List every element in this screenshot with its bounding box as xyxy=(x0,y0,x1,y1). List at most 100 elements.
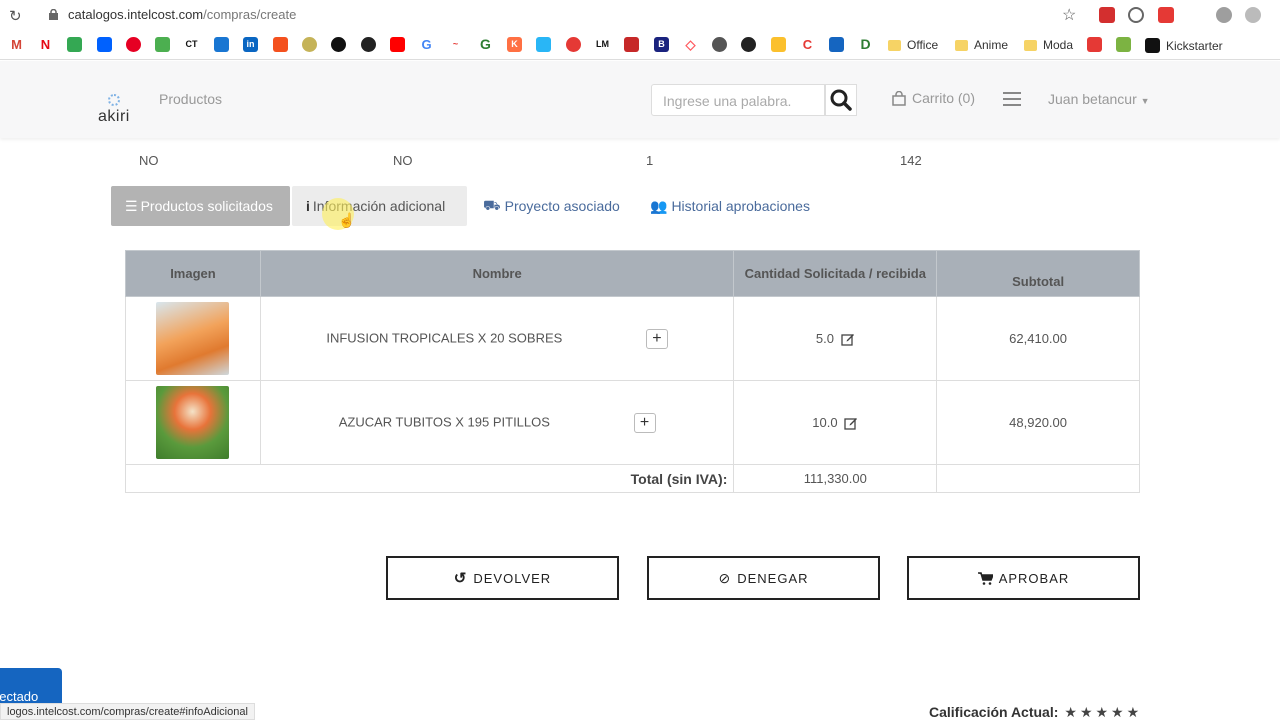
column-header: Cantidad Solicitada / recibida xyxy=(733,250,938,297)
bookmark-star-icon[interactable]: ☆ xyxy=(1062,5,1076,25)
tab-label: Proyecto asociado xyxy=(504,198,620,214)
edit-icon[interactable] xyxy=(844,416,858,430)
tab-label: Historial aprobaciones xyxy=(671,198,810,214)
hand-cursor-icon: ☝ xyxy=(338,212,356,228)
table-row: INFUSION TROPICALES X 20 SOBRES + 5.0 62… xyxy=(125,296,1140,381)
qty-cell: 5.0 xyxy=(733,296,938,381)
bookmark-icon[interactable]: ~ xyxy=(448,37,463,52)
search-input[interactable]: Ingrese una palabra. xyxy=(651,84,825,116)
status-bar-url: logos.intelcost.com/compras/create#infoA… xyxy=(0,703,255,720)
bookmark-icon[interactable] xyxy=(302,37,317,52)
address-field[interactable]: catalogos.intelcost.com/compras/create xyxy=(68,7,296,22)
bookmark-icon[interactable]: K xyxy=(507,37,522,52)
bookmark-icon[interactable] xyxy=(741,37,756,52)
bookmarks-bar: M N CT in G ~ G K LM B ◇ C D Office Anim… xyxy=(0,30,1280,60)
user-name: Juan betancur xyxy=(1048,91,1137,107)
product-image[interactable] xyxy=(156,302,230,375)
user-menu[interactable]: Juan betancur ▼ xyxy=(1048,91,1150,107)
bookmark-kickstarter[interactable]: Kickstarter xyxy=(1145,38,1223,53)
bookmark-icon[interactable] xyxy=(1087,37,1102,52)
denegar-button[interactable]: ⊘ DENEGAR xyxy=(647,556,880,600)
tab-historial-aprobaciones[interactable]: 👥 Historial aprobaciones xyxy=(636,186,824,226)
rating-label: Calificación Actual: xyxy=(929,704,1059,720)
tab-informacion-adicional[interactable]: i Información adicional xyxy=(292,186,467,226)
spotify-bookmark-icon[interactable] xyxy=(361,37,376,52)
folder-label: Anime xyxy=(974,38,1009,52)
extension-icon[interactable] xyxy=(1216,7,1232,23)
bookmark-folder-anime[interactable]: Anime xyxy=(955,38,1008,52)
kickstarter-icon xyxy=(1145,38,1160,53)
caret-down-icon: ▼ xyxy=(1140,96,1150,106)
bookmark-icon[interactable] xyxy=(536,37,551,52)
logo[interactable]: akiri xyxy=(98,108,130,126)
cart-label: Carrito (0) xyxy=(912,90,976,106)
folder-icon xyxy=(955,39,968,51)
mail-bookmark-icon[interactable] xyxy=(214,37,229,52)
bookmark-icon[interactable] xyxy=(1116,37,1131,52)
search-button[interactable] xyxy=(825,84,857,116)
gmail-bookmark-icon[interactable]: M xyxy=(9,37,24,52)
rating-stars-icon: ★★★★★ xyxy=(1064,704,1143,720)
bookmark-icon[interactable] xyxy=(771,37,786,52)
car-icon: ⛟ xyxy=(483,196,501,213)
tab-productos-solicitados[interactable]: ☰ Productos solicitados xyxy=(111,186,290,226)
pinterest-bookmark-icon[interactable] xyxy=(126,37,141,52)
subtotal-cell: 62,410.00 xyxy=(936,296,1140,381)
info-value: NO xyxy=(139,153,159,168)
bookmark-folder-office[interactable]: Office xyxy=(888,38,938,52)
gmail-notifier-icon[interactable] xyxy=(1158,7,1174,23)
bookmark-folder-moda[interactable]: Moda xyxy=(1024,38,1073,52)
arc-icon[interactable] xyxy=(1187,7,1203,23)
info-value: 142 xyxy=(900,153,922,168)
bookmark-icon[interactable] xyxy=(624,37,639,52)
extension-icon[interactable] xyxy=(1099,7,1115,23)
button-label: DEVOLVER xyxy=(473,570,552,586)
menu-icon[interactable] xyxy=(1003,92,1021,110)
cart-icon xyxy=(977,571,993,585)
youtube-bookmark-icon[interactable] xyxy=(390,37,405,52)
edit-icon[interactable] xyxy=(840,332,855,346)
aprobar-button[interactable]: APROBAR xyxy=(907,556,1140,600)
google-bookmark-icon[interactable]: G xyxy=(419,37,434,52)
netflix-bookmark-icon[interactable]: N xyxy=(38,37,53,52)
bookmark-icon[interactable] xyxy=(829,37,844,52)
info-icon: i xyxy=(306,198,310,214)
product-image[interactable] xyxy=(156,386,230,459)
bookmark-icon[interactable]: B xyxy=(654,37,669,52)
airbnb-bookmark-icon[interactable]: ◇ xyxy=(683,37,698,52)
block-icon[interactable] xyxy=(1128,7,1144,23)
drive-bookmark-icon[interactable] xyxy=(67,37,82,52)
cloud-icon[interactable] xyxy=(1245,7,1261,23)
name-cell: AZUCAR TUBITOS X 195 PITILLOS + xyxy=(259,380,735,465)
connection-status-badge[interactable]: nectado xyxy=(0,668,62,708)
bookmark-icon[interactable]: C xyxy=(800,37,815,52)
bookmark-icon[interactable]: G xyxy=(478,37,493,52)
devolver-button[interactable]: ↺ DEVOLVER xyxy=(386,556,619,600)
products-table: Imagen Nombre Cantidad Solicitada / reci… xyxy=(124,250,1140,493)
lm-bookmark-icon[interactable]: LM xyxy=(595,37,610,52)
cart-link[interactable]: Carrito (0) xyxy=(892,90,975,106)
expand-button[interactable]: + xyxy=(633,412,656,433)
product-name: INFUSION TROPICALES X 20 SOBRES xyxy=(326,329,563,345)
ban-icon: ⊘ xyxy=(718,569,732,586)
image-cell xyxy=(125,380,261,465)
linkedin-bookmark-icon[interactable]: in xyxy=(243,37,258,52)
expand-button[interactable]: + xyxy=(645,328,668,349)
bookmark-icon[interactable] xyxy=(331,37,346,52)
dropbox-bookmark-icon[interactable] xyxy=(97,37,112,52)
tab-label: Productos solicitados xyxy=(140,198,273,214)
nav-productos[interactable]: Productos xyxy=(159,91,222,107)
globe-bookmark-icon[interactable] xyxy=(712,37,727,52)
bookmark-icon[interactable] xyxy=(566,37,581,52)
reload-icon[interactable]: ↻ xyxy=(9,7,22,25)
name-cell: INFUSION TROPICALES X 20 SOBRES + xyxy=(259,296,735,381)
folder-label: Office xyxy=(907,38,939,52)
tab-proyecto-asociado[interactable]: ⛟ Proyecto asociado xyxy=(469,186,634,226)
ct-bookmark-icon[interactable]: CT xyxy=(184,37,199,52)
bookmark-icon[interactable] xyxy=(273,37,288,52)
bookmark-label: Kickstarter xyxy=(1166,38,1223,53)
total-label: Total (sin IVA): xyxy=(124,464,735,493)
rating: Calificación Actual: ★★★★★ xyxy=(929,704,1142,721)
bookmark-icon[interactable]: D xyxy=(858,37,873,52)
bookmark-icon[interactable] xyxy=(155,37,170,52)
